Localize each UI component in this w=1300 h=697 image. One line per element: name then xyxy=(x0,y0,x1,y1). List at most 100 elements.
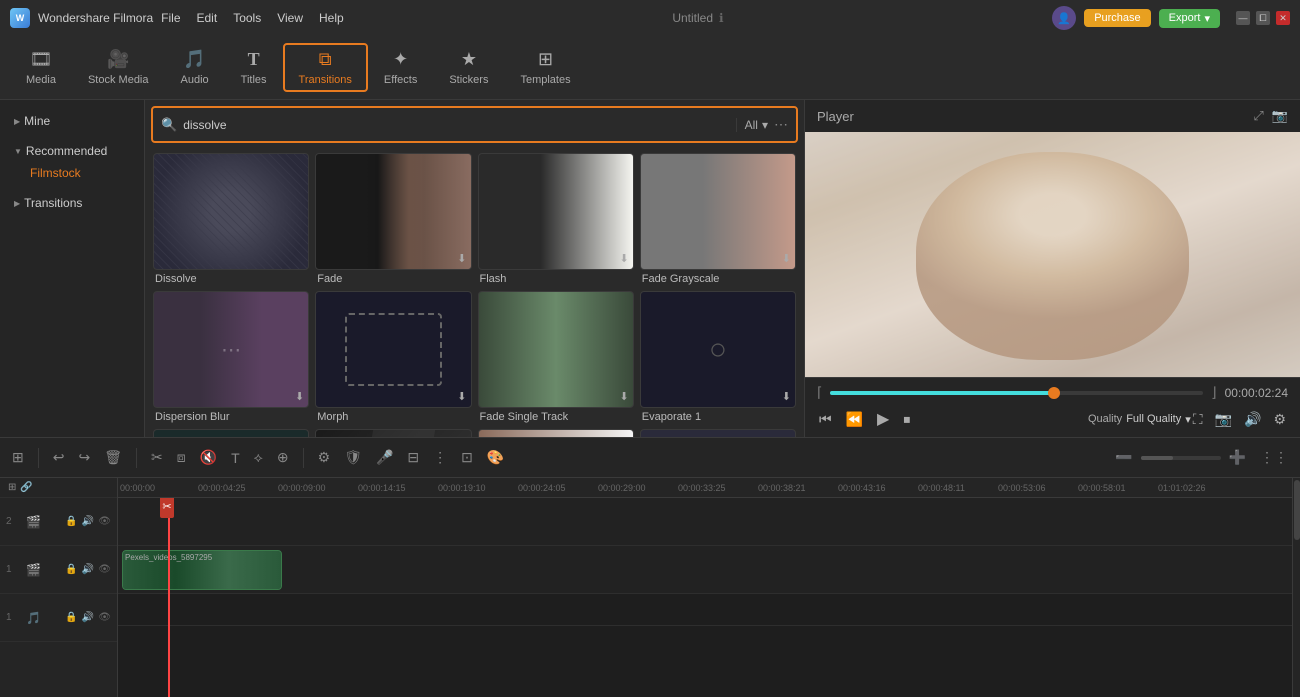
toolbar-titles[interactable]: T Titles xyxy=(225,43,283,92)
transition-fade[interactable]: ⬇ Fade xyxy=(315,153,471,285)
video-clip[interactable]: Pexels_videos_5897295 xyxy=(122,550,282,590)
timeline-delete-button[interactable]: 🗑 xyxy=(100,447,126,468)
toolbar-templates[interactable]: ⊞ Templates xyxy=(504,43,586,92)
player-blur-overlay xyxy=(805,132,1300,377)
timeline-text-button[interactable]: T xyxy=(227,448,244,468)
time-bracket-end[interactable]: ⌋ xyxy=(1211,384,1216,401)
timeline-more-options-button[interactable]: ⋮⋮ xyxy=(1256,447,1292,468)
transition-flash[interactable]: ⬇ Flash xyxy=(478,153,634,285)
timeline-redo-button[interactable]: ↪ xyxy=(74,447,94,468)
transition-falling-leaf-1[interactable]: ⬇ Falling Leaf 1 xyxy=(640,429,796,437)
playhead-marker[interactable]: ✂ xyxy=(160,498,174,518)
transition-evaporate-1[interactable]: ⬇ Evaporate 1 xyxy=(640,291,796,423)
track-2-volume-icon[interactable]: 🔊 xyxy=(82,516,94,527)
transition-dispersion-blur[interactable]: ⬇ Dispersion Blur xyxy=(153,291,309,423)
transition-falling-leaf-thumb: ⬇ xyxy=(640,429,796,437)
transition-dissolve[interactable]: Dissolve xyxy=(153,153,309,285)
transition-morph[interactable]: ⬇ Morph xyxy=(315,291,471,423)
toolbar-stickers[interactable]: ★ Stickers xyxy=(433,43,504,92)
timeline-scrollbar[interactable] xyxy=(1292,478,1300,697)
track-1-eye-icon[interactable]: 👁 xyxy=(98,564,111,575)
track-audio-volume-icon[interactable]: 🔊 xyxy=(82,612,94,623)
menu-tools[interactable]: Tools xyxy=(233,11,261,25)
add-clip-icon[interactable]: ⊞ xyxy=(8,482,16,493)
maximize-button[interactable]: ⧠ xyxy=(1256,11,1270,25)
scrollbar-thumb[interactable] xyxy=(1294,480,1300,540)
timeline-mic-button[interactable]: 🎤 xyxy=(372,447,397,468)
track-2-eye-icon[interactable]: 👁 xyxy=(98,516,111,527)
timeline-shield-button[interactable]: 🛡 xyxy=(340,447,366,468)
fullscreen-button[interactable]: ⛶ xyxy=(1191,409,1205,430)
transition-fade-grayscale[interactable]: ⬇ Fade Grayscale xyxy=(640,153,796,285)
skip-back-button[interactable]: ⏮ xyxy=(817,409,834,430)
player-video-bg xyxy=(805,132,1300,377)
volume-button[interactable]: 🔊 xyxy=(1242,409,1263,430)
zoom-slider[interactable] xyxy=(1141,456,1221,460)
transition-fade-single-track[interactable]: ⬇ Fade Single Track xyxy=(478,291,634,423)
timeline-layers-button[interactable]: ⊟ xyxy=(403,447,423,468)
more-options-button[interactable]: ⋯ xyxy=(774,116,788,133)
menu-view[interactable]: View xyxy=(277,11,303,25)
toolbar-transitions[interactable]: ⧉ Transitions xyxy=(283,43,368,92)
player-screenshot-icon[interactable]: 📷 xyxy=(1272,108,1288,124)
player-expand-icon[interactable]: ⤢ xyxy=(1253,108,1263,124)
timeline-color-button[interactable]: 🎨 xyxy=(483,447,508,468)
snapshot-button[interactable]: 📷 xyxy=(1213,409,1234,430)
panel-recommended-header[interactable]: ▼ Recommended xyxy=(6,140,138,162)
timeline-crop-button[interactable]: ⧈ xyxy=(173,447,190,468)
menu-file[interactable]: File xyxy=(161,11,180,25)
timeline-toolbar: ⊞ ↩ ↪ 🗑 ✂ ⧈ 🔇 T ⟡ ⊕ ⚙ 🛡 🎤 ⊟ ⋮ ⊡ 🎨 ➖ ➕ ⋮⋮ xyxy=(0,438,1300,478)
timeline-speed-button[interactable]: ⊡ xyxy=(457,447,477,468)
play-button[interactable]: ▶ xyxy=(875,407,891,431)
ruler-mark-5: 00:00:24:05 xyxy=(518,483,566,493)
minimize-button[interactable]: — xyxy=(1236,11,1250,25)
timeline-keyframe-button[interactable]: ⟡ xyxy=(250,447,267,468)
transition-fade-white[interactable]: ⬇ Fade White xyxy=(478,429,634,437)
timeline-cut-button[interactable]: ✂ xyxy=(147,447,167,468)
transition-evaporate2-thumb: ⬇ xyxy=(153,429,309,437)
timeline-split-button[interactable]: ⋮ xyxy=(429,447,451,468)
toolbar-media[interactable]: 🎞 Media xyxy=(10,43,72,92)
track-1-lock-icon[interactable]: 🔒 xyxy=(65,564,77,575)
timeline-undo-button[interactable]: ↩ xyxy=(49,447,69,468)
transition-evaporate-2[interactable]: ⬇ Evaporate 2 xyxy=(153,429,309,437)
timeline-no-audio-button[interactable]: 🔇 xyxy=(196,447,221,468)
track-2-lock-icon[interactable]: 🔒 xyxy=(65,516,77,527)
menu-help[interactable]: Help xyxy=(319,11,344,25)
progress-bar[interactable] xyxy=(830,391,1203,395)
toolbar-effects[interactable]: ✦ Effects xyxy=(368,43,433,92)
track-audio-lock-icon[interactable]: 🔒 xyxy=(65,612,77,623)
titles-label: Titles xyxy=(241,74,267,86)
zoom-in-button[interactable]: ➕ xyxy=(1225,447,1250,468)
track-1-volume-icon[interactable]: 🔊 xyxy=(82,564,94,575)
purchase-button[interactable]: Purchase xyxy=(1084,9,1150,27)
link-icon[interactable]: 🔗 xyxy=(20,482,32,493)
toolbar-stock-media[interactable]: 🎥 Stock Media xyxy=(72,43,165,92)
track-audio-icon: 🎵 xyxy=(26,611,41,625)
quality-dropdown[interactable]: Full Quality ▾ xyxy=(1126,413,1191,426)
transition-erase[interactable]: ⬇ Erase xyxy=(315,429,471,437)
timeline-layout-button[interactable]: ⊞ xyxy=(8,447,28,468)
track-1-video-content: Pexels_videos_5897295 xyxy=(118,546,1292,594)
zoom-out-button[interactable]: ➖ xyxy=(1111,447,1136,468)
export-button[interactable]: Export ▾ xyxy=(1159,9,1220,28)
user-avatar[interactable]: 👤 xyxy=(1052,6,1076,30)
menu-edit[interactable]: Edit xyxy=(197,11,218,25)
panel-transitions-header[interactable]: ▶ Transitions xyxy=(6,192,138,214)
panel-mine-header[interactable]: ▶ Mine xyxy=(6,110,138,132)
step-back-button[interactable]: ⏪ xyxy=(844,409,865,430)
transition-dispersion-blur-thumb: ⬇ xyxy=(153,291,309,408)
track-audio-eye-icon[interactable]: 👁 xyxy=(98,612,111,623)
stop-button[interactable]: ⏹ xyxy=(901,409,912,430)
close-button[interactable]: ✕ xyxy=(1276,11,1290,25)
timeline-settings-button[interactable]: ⚙ xyxy=(314,447,335,468)
search-input[interactable] xyxy=(183,118,729,132)
timeline-more-button[interactable]: ⊕ xyxy=(273,447,293,468)
toolbar-audio[interactable]: 🎵 Audio xyxy=(165,43,225,92)
templates-label: Templates xyxy=(520,74,570,86)
search-filter-dropdown[interactable]: All ▾ xyxy=(736,118,768,132)
sidebar-item-filmstock[interactable]: Filmstock xyxy=(6,162,138,184)
settings-button[interactable]: ⚙ xyxy=(1271,409,1288,430)
time-bracket-start[interactable]: ⌈ xyxy=(817,384,822,401)
progress-handle[interactable] xyxy=(1048,387,1060,399)
